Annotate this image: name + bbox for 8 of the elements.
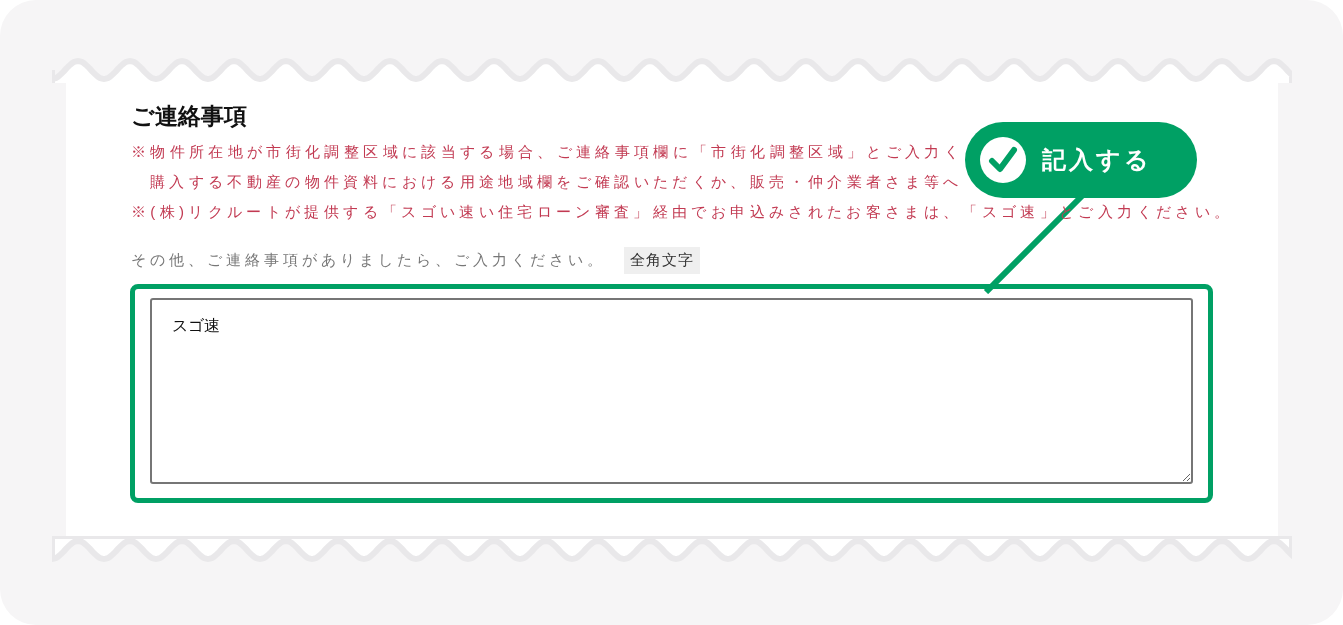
check-icon (980, 137, 1026, 183)
callout-label: 記入する (1042, 145, 1152, 175)
note-text: 購入する不動産の物件資料における用途地域欄をご確認いただくか、販売・仲介業者さま等へ (150, 172, 963, 192)
note-text: ※物件所在地が市街化調整区域に該当する場合、ご連絡事項欄に「市街化調整区域」とご入力く (131, 142, 964, 162)
section-title: ご連絡事項 (131, 102, 247, 131)
input-type-label: 全角文字 (624, 247, 700, 274)
hint-text: その他、ご連絡事項がありましたら、ご入力ください。 (131, 250, 606, 270)
text-area[interactable]: スゴ速 (150, 297, 1193, 484)
